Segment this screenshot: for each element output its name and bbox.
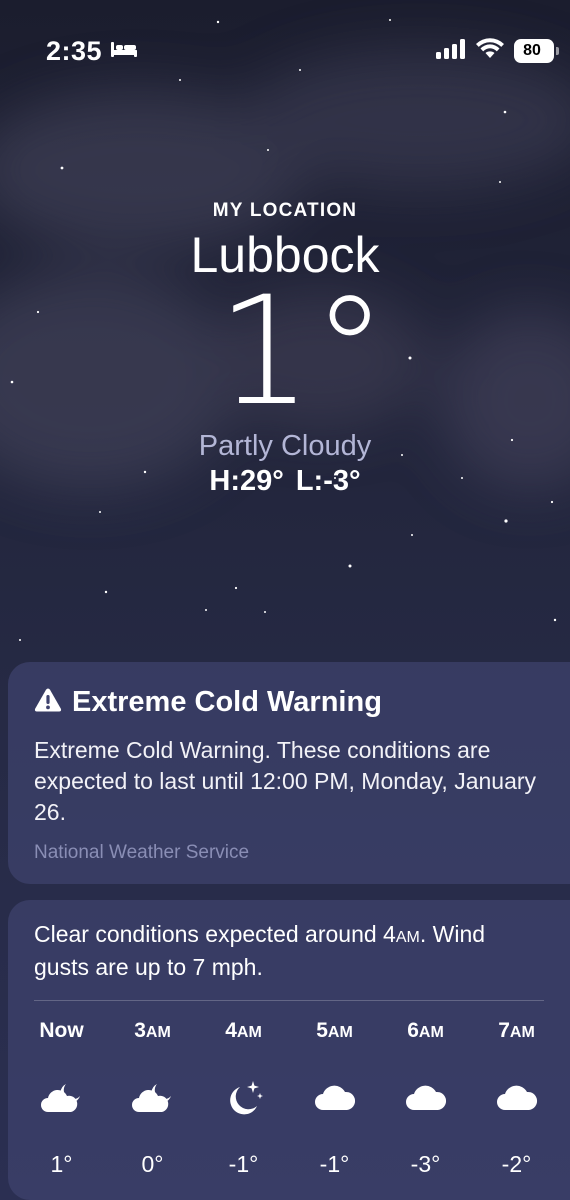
hourly-forecast-item: 3AM 0° bbox=[107, 1019, 198, 1178]
alert-title-row: Extreme Cold Warning bbox=[34, 686, 542, 719]
hour-temperature: -3° bbox=[410, 1151, 441, 1177]
cloud-icon bbox=[380, 1067, 471, 1129]
status-indicators: 80 bbox=[436, 38, 559, 64]
hour-label-value: 7 bbox=[498, 1019, 510, 1042]
hour-label: 3AM bbox=[107, 1019, 198, 1047]
location-label: MY LOCATION bbox=[212, 200, 358, 221]
hour-label-value: 6 bbox=[407, 1019, 419, 1042]
high-temperature: H:29° bbox=[209, 465, 284, 497]
hour-label-ampm: AM bbox=[509, 1024, 535, 1041]
alert-title: Extreme Cold Warning bbox=[72, 686, 382, 718]
weather-alert-card[interactable]: Extreme Cold Warning Extreme Cold Warnin… bbox=[8, 662, 570, 884]
alert-description: Extreme Cold Warning. These conditions a… bbox=[34, 737, 537, 825]
forecast-summary-ampm: am bbox=[395, 921, 420, 947]
cloud-icon bbox=[471, 1067, 562, 1129]
cellular-signal-icon bbox=[436, 38, 466, 64]
forecast-summary: Clear conditions expected around 4am. Wi… bbox=[34, 918, 544, 984]
current-temperature: 1° bbox=[216, 265, 388, 439]
status-time: 2:35 bbox=[46, 36, 103, 66]
hourly-forecast-item: 4AM -1° bbox=[198, 1019, 289, 1178]
hour-label: Now bbox=[16, 1019, 107, 1047]
weather-condition: Partly Cloudy bbox=[198, 430, 372, 462]
hourly-forecast-item: 7AM -2° bbox=[471, 1019, 562, 1178]
wifi-icon bbox=[476, 38, 504, 64]
warning-triangle-icon bbox=[34, 687, 62, 718]
hourly-forecast-item: 5AM -1° bbox=[289, 1019, 380, 1178]
battery-level: 80 bbox=[523, 42, 541, 59]
low-temperature: L:-3° bbox=[295, 465, 361, 497]
cloud-icon bbox=[289, 1067, 380, 1129]
hourly-forecast-item: Now 1° bbox=[16, 1019, 107, 1178]
hourly-forecast-list[interactable]: Now 1° 3AM 0° 4AM -1° 5AM -1° 6AM -3° 7AM -2° bbox=[16, 1019, 562, 1178]
status-time-group: 2:35 bbox=[46, 36, 138, 67]
hour-label: 7AM bbox=[471, 1019, 562, 1047]
hour-temperature: 0° bbox=[141, 1151, 164, 1177]
hour-label-value: 4 bbox=[225, 1019, 237, 1042]
hour-label-value: 3 bbox=[134, 1019, 146, 1042]
hour-label-ampm: AM bbox=[145, 1024, 171, 1041]
cloud-moon-icon bbox=[107, 1067, 198, 1129]
high-low-temperatures: H:29° L:-3° bbox=[0, 465, 570, 498]
status-bar: 2:35 80 bbox=[0, 0, 570, 100]
forecast-summary-text: Clear conditions expected around 4 bbox=[34, 921, 396, 947]
alert-source: National Weather Service bbox=[34, 842, 250, 863]
weather-header: MY LOCATION Lubbock 1° Partly Cloudy H:2… bbox=[0, 200, 570, 498]
divider bbox=[34, 1000, 544, 1001]
hour-temperature: -2° bbox=[501, 1151, 532, 1177]
cloud-moon-icon bbox=[16, 1067, 107, 1129]
hour-label: 4AM bbox=[198, 1019, 289, 1047]
bed-icon bbox=[110, 40, 138, 63]
hour-temperature: -1° bbox=[319, 1151, 350, 1177]
hour-label: 5AM bbox=[289, 1019, 380, 1047]
battery-icon: 80 bbox=[514, 39, 559, 63]
hourly-forecast-item: 6AM -3° bbox=[380, 1019, 471, 1178]
hourly-forecast-card: Clear conditions expected around 4am. Wi… bbox=[8, 900, 570, 1200]
hour-label: 6AM bbox=[380, 1019, 471, 1047]
hour-label-ampm: AM bbox=[418, 1024, 444, 1041]
hour-label-ampm: AM bbox=[236, 1024, 262, 1041]
hour-label-ampm: AM bbox=[327, 1024, 353, 1041]
moon-stars-icon bbox=[198, 1067, 289, 1129]
hour-label-value: 5 bbox=[316, 1019, 328, 1042]
hour-temperature: 1° bbox=[50, 1151, 73, 1177]
hour-temperature: -1° bbox=[228, 1151, 259, 1177]
hour-label-value: Now bbox=[39, 1019, 84, 1042]
